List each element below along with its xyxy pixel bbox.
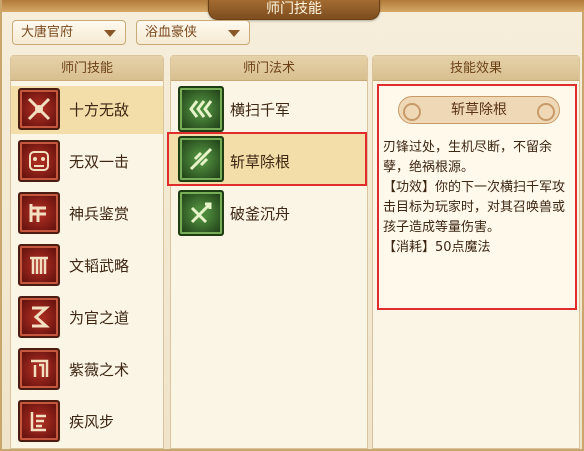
rune-square-icon	[18, 348, 60, 390]
stairs-rune-icon	[18, 400, 60, 442]
spell-item-label: 破釜沉舟	[230, 205, 291, 223]
skill-item-label: 疾风步	[69, 413, 115, 431]
spell-item-zhancao[interactable]: 斩草除根	[167, 132, 367, 186]
seal-knot-icon	[18, 296, 60, 338]
triple-arrow-icon	[178, 86, 224, 132]
path-dropdown[interactable]: 浴血豪侠	[136, 20, 250, 45]
chevron-down-icon	[104, 30, 116, 37]
effect-text: 刃锋过处，生机尽断，不留余孽，绝祸根源。 【功效】你的下一次横扫千军攻击目标为玩…	[383, 138, 573, 258]
skill-item-label: 神兵鉴赏	[69, 205, 130, 223]
effect-title: 斩草除根	[398, 96, 560, 124]
sect-dropdown[interactable]: 大唐官府	[12, 20, 126, 45]
skill-item-jifeng[interactable]: 疾风步	[11, 398, 163, 446]
effect-details: 斩草除根 刃锋过处，生机尽断，不留余孽，绝祸根源。 【功效】你的下一次横扫千军攻…	[377, 84, 577, 310]
skills-window: 师门技能 大唐官府 浴血豪侠 师门技能 十方无敌 无双一击 神兵鉴赏 文韬武略 …	[0, 0, 584, 451]
skills-panel-header: 师门技能	[11, 56, 163, 81]
skill-item-label: 紫薇之术	[69, 361, 130, 379]
path-dropdown-value: 浴血豪侠	[145, 25, 198, 40]
effect-function: 【功效】你的下一次横扫千军攻击目标为玩家时，对其召唤兽或孩子造成等量伤害。	[383, 180, 566, 235]
effect-description: 刃锋过处，生机尽断，不留余孽，绝祸根源。	[383, 140, 553, 175]
skill-item-label: 十方无敌	[69, 101, 130, 119]
skill-item-weiguan[interactable]: 为官之道	[11, 294, 163, 342]
spells-panel: 师门法术 横扫千军 斩草除根 破釜沉舟	[167, 55, 368, 449]
leaf-blade-icon	[178, 136, 224, 182]
effect-panel-header: 技能效果	[373, 56, 579, 81]
chevron-down-icon	[228, 30, 240, 37]
spell-item-label: 横扫千军	[230, 101, 291, 119]
skill-item-wushuang[interactable]: 无双一击	[11, 138, 163, 186]
spell-item-hengsao[interactable]: 横扫千军	[171, 84, 367, 134]
skill-item-label: 无双一击	[69, 153, 130, 171]
scroll-gate-icon	[18, 244, 60, 286]
skills-panel: 师门技能 十方无敌 无双一击 神兵鉴赏 文韬武略 为官之道 紫薇之术 疾风步	[10, 55, 164, 449]
skill-item-shifang[interactable]: 十方无敌	[11, 86, 163, 134]
effect-panel: 技能效果 斩草除根 刃锋过处，生机尽断，不留余孽，绝祸根源。 【功效】你的下一次…	[372, 55, 580, 449]
beast-mask-icon	[18, 140, 60, 182]
spells-panel-header: 师门法术	[171, 56, 367, 81]
skill-item-shenbing[interactable]: 神兵鉴赏	[11, 190, 163, 238]
sect-dropdown-value: 大唐官府	[21, 25, 74, 40]
skill-item-wentao[interactable]: 文韬武略	[11, 242, 163, 290]
effect-cost: 【消耗】50点魔法	[383, 240, 491, 255]
crossed-blades-icon	[18, 88, 60, 130]
skill-item-label: 为官之道	[69, 309, 130, 327]
window-title: 师门技能	[208, 0, 380, 20]
spell-item-pofu[interactable]: 破釜沉舟	[171, 188, 367, 238]
skill-item-ziwei[interactable]: 紫薇之术	[11, 346, 163, 394]
skill-item-label: 文韬武略	[69, 257, 130, 275]
weapon-rack-icon	[18, 192, 60, 234]
spell-item-label: 斩草除根	[230, 153, 291, 171]
crossed-sword-icon	[178, 190, 224, 236]
